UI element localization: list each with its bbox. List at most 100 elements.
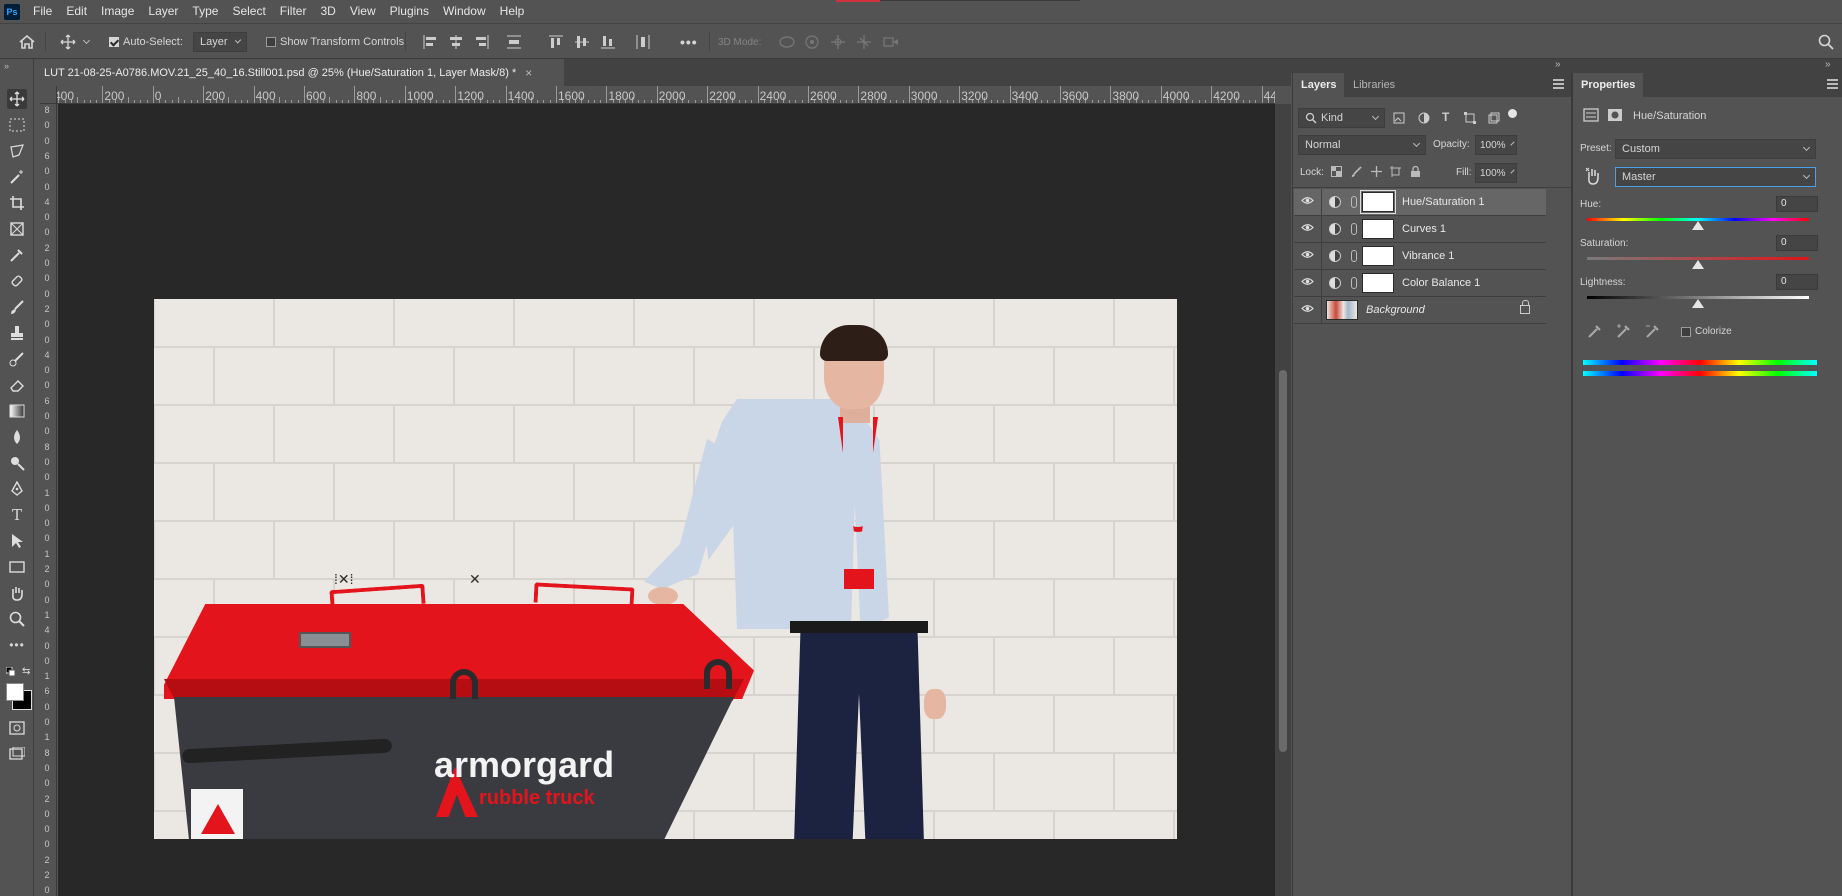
visibility-eye-icon[interactable] <box>1294 215 1322 243</box>
blend-mode-dropdown[interactable]: Normal <box>1298 135 1426 155</box>
lock-artboard-icon[interactable] <box>1390 166 1401 180</box>
clone-stamp-icon[interactable] <box>7 323 27 343</box>
edit-toolbar-icon[interactable]: ••• <box>7 635 27 655</box>
swap-colors-icon[interactable]: ⇆ <box>22 666 30 677</box>
filter-smart-object-icon[interactable] <box>1488 112 1500 127</box>
menu-edit[interactable]: Edit <box>59 0 94 23</box>
tab-properties[interactable]: Properties <box>1573 73 1644 97</box>
targeted-adjustment-hand-icon[interactable] <box>1585 167 1601 188</box>
layer-name[interactable]: Hue/Saturation 1 <box>1402 196 1485 208</box>
align-center-icon[interactable] <box>448 24 464 60</box>
channel-dropdown[interactable]: Master <box>1615 167 1816 187</box>
layer-row-vibrance[interactable]: Vibrance 1 <box>1294 242 1546 270</box>
hand-tool-icon[interactable] <box>7 583 27 603</box>
pen-tool-icon[interactable] <box>7 479 27 499</box>
link-chain-icon[interactable] <box>1351 277 1357 289</box>
menu-3d[interactable]: 3D <box>313 0 342 23</box>
eyedropper-add-icon[interactable] <box>1616 323 1632 342</box>
filter-type-icon[interactable]: T <box>1442 110 1449 124</box>
filter-toggle-icon[interactable] <box>1508 109 1517 118</box>
show-transform-checkbox[interactable]: Show Transform Controls <box>266 24 404 60</box>
menu-help[interactable]: Help <box>493 0 532 23</box>
saturation-input[interactable]: 0 <box>1776 235 1818 251</box>
history-brush-icon[interactable] <box>7 349 27 369</box>
eyedropper-subtract-icon[interactable] <box>1645 323 1661 342</box>
move-tool-preset-icon[interactable] <box>60 24 91 60</box>
ruler-origin[interactable] <box>40 86 57 104</box>
align-right-icon[interactable] <box>474 24 490 60</box>
auto-select-checkbox[interactable]: Auto-Select: <box>109 24 183 60</box>
panel-menu-icon[interactable] <box>1553 79 1564 89</box>
background-thumbnail[interactable] <box>1326 300 1358 320</box>
link-chain-icon[interactable] <box>1351 223 1357 235</box>
menu-window[interactable]: Window <box>436 0 493 23</box>
tab-layers[interactable]: Layers <box>1293 73 1345 97</box>
menu-filter[interactable]: Filter <box>273 0 314 23</box>
marquee-tool-icon[interactable] <box>7 115 27 135</box>
default-colors-icon[interactable] <box>5 666 16 680</box>
collapse-panels-icon[interactable]: » <box>1825 59 1831 70</box>
filter-kind-dropdown[interactable]: Kind <box>1298 108 1385 128</box>
blur-tool-icon[interactable] <box>7 427 27 447</box>
3d-pan-icon[interactable] <box>830 24 846 60</box>
colorize-checkbox[interactable]: Colorize <box>1681 326 1732 337</box>
layer-row-curves[interactable]: Curves 1 <box>1294 215 1546 243</box>
link-chain-icon[interactable] <box>1351 196 1357 208</box>
lock-position-icon[interactable] <box>1371 166 1382 180</box>
document-tab[interactable]: LUT 21-08-25-A0786.MOV.21_25_40_16.Still… <box>44 63 533 83</box>
layer-name[interactable]: Color Balance 1 <box>1402 277 1480 289</box>
hue-slider-thumb[interactable] <box>1692 221 1704 230</box>
lightness-slider-thumb[interactable] <box>1692 299 1704 308</box>
horizontal-ruler[interactable]: 4002000200400600800100012001400160018002… <box>57 86 1275 104</box>
menu-image[interactable]: Image <box>94 0 141 23</box>
fill-field[interactable]: 100% <box>1475 163 1517 183</box>
eyedropper-icon[interactable] <box>1587 323 1603 342</box>
3d-slide-icon[interactable] <box>856 24 872 60</box>
home-icon[interactable] <box>18 24 36 60</box>
tab-libraries[interactable]: Libraries <box>1345 73 1403 97</box>
panel-menu-icon[interactable] <box>1827 79 1838 89</box>
3d-orbit-icon[interactable] <box>778 24 796 60</box>
3d-scale-icon[interactable] <box>882 24 900 60</box>
collapse-panels-icon[interactable]: » <box>1555 59 1561 70</box>
rectangle-tool-icon[interactable] <box>7 557 27 577</box>
brush-tool-icon[interactable] <box>7 297 27 317</box>
filter-adjustment-icon[interactable] <box>1418 112 1430 127</box>
crop-tool-icon[interactable] <box>7 193 27 213</box>
mask-properties-icon[interactable] <box>1607 108 1623 125</box>
layer-name[interactable]: Vibrance 1 <box>1402 250 1454 262</box>
3d-roll-icon[interactable] <box>804 24 820 60</box>
visibility-eye-icon[interactable] <box>1294 242 1322 270</box>
more-options-button[interactable]: ••• <box>680 24 698 60</box>
adjustment-properties-icon[interactable] <box>1583 108 1599 125</box>
layer-mask-thumbnail[interactable] <box>1362 246 1394 266</box>
type-tool-icon[interactable]: T <box>7 505 27 525</box>
layer-row-color-balance[interactable]: Color Balance 1 <box>1294 269 1546 297</box>
menu-view[interactable]: View <box>343 0 383 23</box>
layer-name[interactable]: Background <box>1366 304 1425 316</box>
distribute-vertical-icon[interactable] <box>635 24 651 60</box>
layer-mask-thumbnail[interactable] <box>1362 273 1394 293</box>
move-tool-icon[interactable] <box>7 89 27 109</box>
scrollbar-thumb[interactable] <box>1279 370 1287 752</box>
menu-select[interactable]: Select <box>225 0 272 23</box>
visibility-eye-icon[interactable] <box>1294 269 1322 297</box>
hue-input[interactable]: 0 <box>1776 196 1818 212</box>
filter-pixel-icon[interactable] <box>1393 112 1405 127</box>
healing-brush-icon[interactable] <box>7 271 27 291</box>
magic-wand-icon[interactable] <box>7 167 27 187</box>
link-chain-icon[interactable] <box>1351 250 1357 262</box>
screen-mode-icon[interactable] <box>7 744 27 764</box>
align-middle-icon[interactable] <box>574 24 590 60</box>
layer-mask-thumbnail[interactable] <box>1362 219 1394 239</box>
auto-select-target-dropdown[interactable]: Layer <box>193 32 247 52</box>
visibility-eye-icon[interactable] <box>1294 188 1322 216</box>
eyedropper-tool-icon[interactable] <box>7 245 27 265</box>
lightness-input[interactable]: 0 <box>1776 274 1818 290</box>
lock-transparent-icon[interactable] <box>1331 166 1342 180</box>
layer-row-background[interactable]: Background <box>1294 296 1546 324</box>
opacity-field[interactable]: 100% <box>1475 135 1517 155</box>
align-left-icon[interactable] <box>422 24 438 60</box>
layer-name[interactable]: Curves 1 <box>1402 223 1446 235</box>
saturation-slider-thumb[interactable] <box>1692 260 1704 269</box>
